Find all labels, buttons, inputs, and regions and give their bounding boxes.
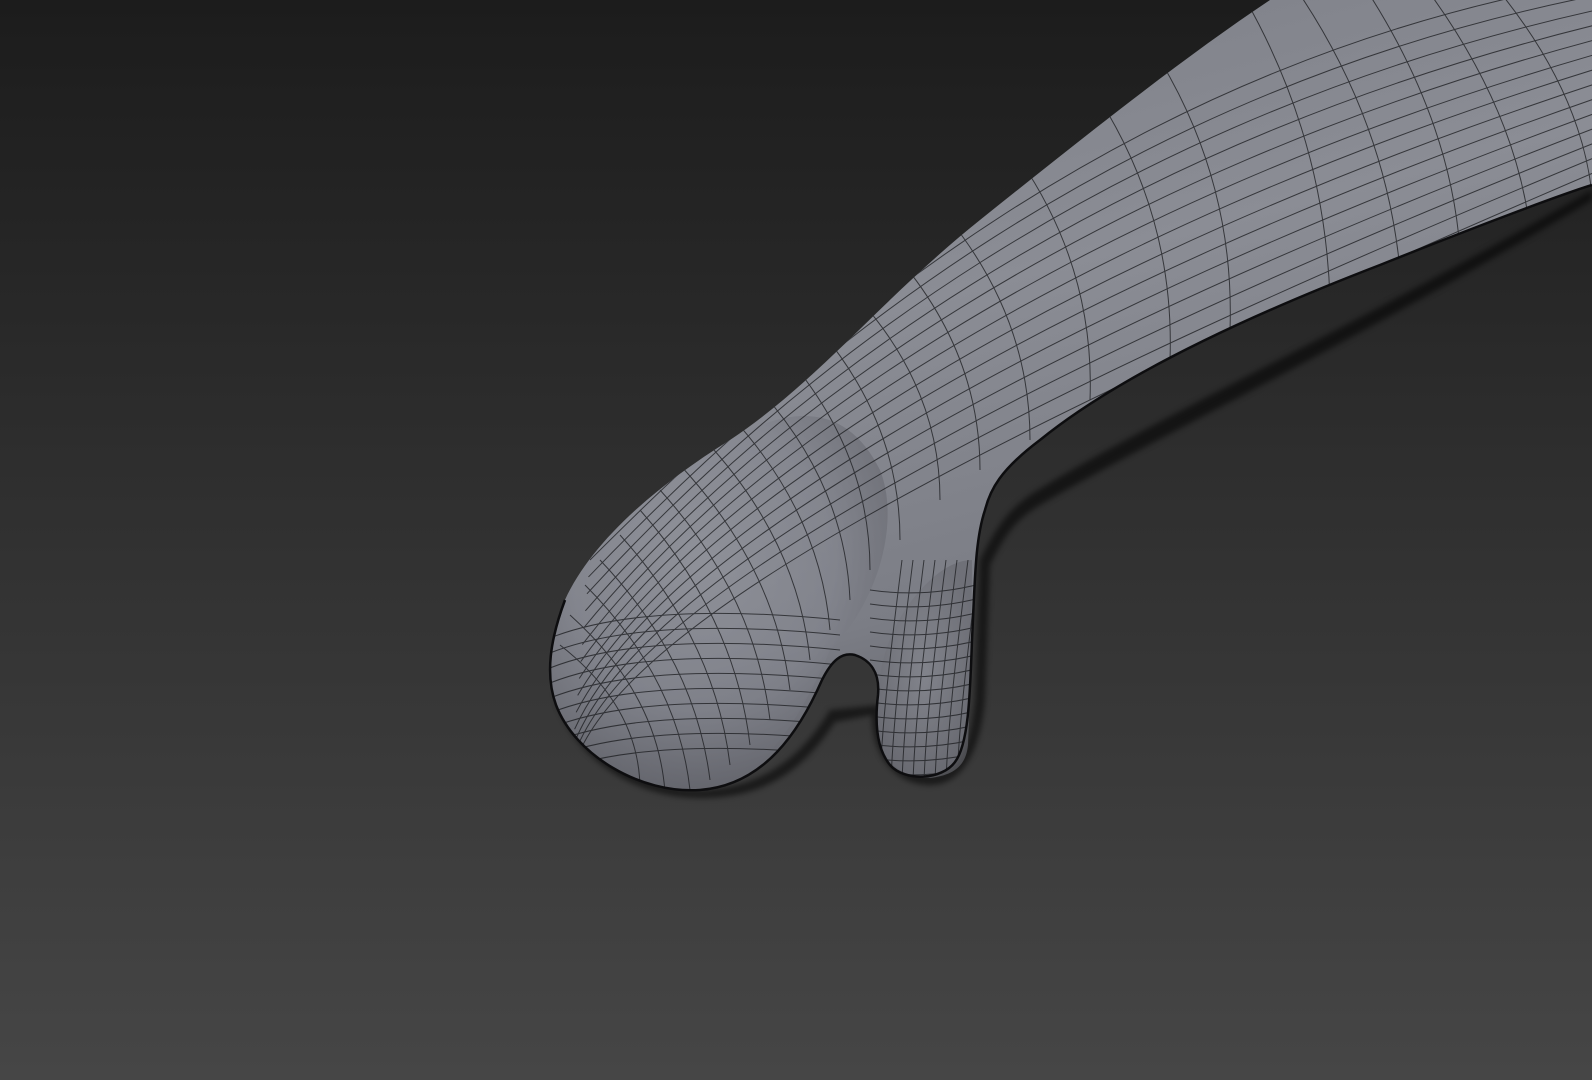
mesh-model[interactable]: [0, 0, 1592, 1080]
3d-viewport[interactable]: [0, 0, 1592, 1080]
hand-highlight: [550, 416, 888, 791]
